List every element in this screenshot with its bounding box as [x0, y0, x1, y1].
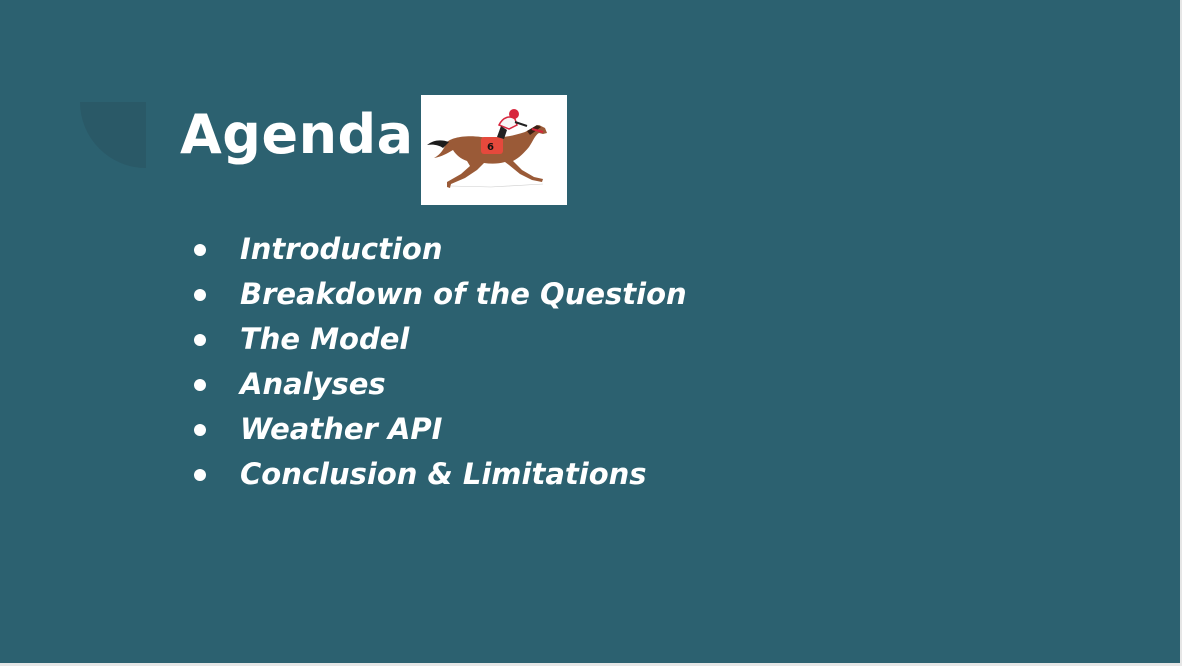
- bullet-icon: [194, 468, 206, 481]
- saddle-number: 6: [487, 142, 494, 153]
- bullet-icon: [194, 333, 206, 346]
- list-item: Conclusion & Limitations: [190, 452, 687, 497]
- racehorse-jockey-icon: 6: [427, 109, 547, 188]
- list-item: Introduction: [190, 227, 687, 272]
- agenda-item-label: Introduction: [240, 232, 443, 266]
- agenda-item-label: Analyses: [240, 367, 386, 401]
- bullet-icon: [194, 378, 206, 391]
- agenda-item-label: Breakdown of the Question: [240, 277, 687, 311]
- agenda-list: Introduction Breakdown of the Question T…: [190, 227, 687, 497]
- agenda-item-label: Weather API: [240, 412, 443, 446]
- bullet-icon: [194, 423, 206, 436]
- slide-title: Agenda: [180, 103, 414, 166]
- bullet-icon: [194, 243, 206, 256]
- list-item: Weather API: [190, 407, 687, 452]
- corner-decoration: [80, 102, 146, 168]
- agenda-item-label: Conclusion & Limitations: [240, 457, 647, 491]
- slide: Agenda 6 Introduction Breakdown of the Q…: [0, 0, 1180, 663]
- list-item: Breakdown of the Question: [190, 272, 687, 317]
- list-item: Analyses: [190, 362, 687, 407]
- agenda-item-label: The Model: [240, 322, 410, 356]
- racehorse-image: 6: [421, 95, 567, 205]
- list-item: The Model: [190, 317, 687, 362]
- bullet-icon: [194, 288, 206, 301]
- ground-line: [450, 183, 544, 188]
